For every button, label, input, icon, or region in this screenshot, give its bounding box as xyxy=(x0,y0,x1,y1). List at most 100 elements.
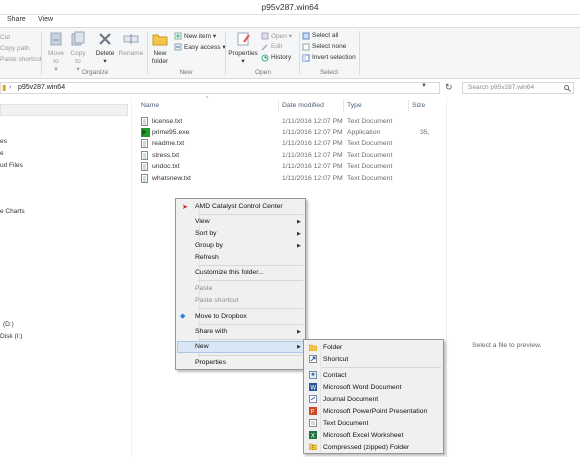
column-header-date[interactable]: Date modified xyxy=(282,102,324,109)
file-type: Text Document xyxy=(347,152,393,159)
file-name: stress.txt xyxy=(152,152,180,159)
select-all-button[interactable]: Select all xyxy=(312,32,338,39)
column-header-size[interactable]: Size xyxy=(412,102,425,109)
tab-view[interactable]: View xyxy=(38,16,53,23)
new-item-button[interactable]: New item ▾ xyxy=(184,32,216,40)
move-to-label: Move to xyxy=(48,50,64,65)
organize-group-label: Organize xyxy=(81,69,109,76)
amd-icon: ➤ xyxy=(182,204,188,211)
refresh-icon[interactable]: ↻ xyxy=(445,82,453,93)
nav-item[interactable]: e Charts xyxy=(0,208,25,215)
rename-button[interactable]: Rename xyxy=(118,31,144,58)
open-group-label: Open xyxy=(255,69,271,76)
open-button[interactable]: Open ▾ xyxy=(271,32,292,40)
breadcrumb[interactable]: p95v287.win64 xyxy=(18,84,65,91)
submenu-item-word-document[interactable]: Microsoft Word Document xyxy=(323,384,401,391)
address-bar[interactable]: ▮ › p95v287.win64 ▼ xyxy=(0,82,440,94)
copy-to-button[interactable]: Copy to ▾ xyxy=(68,31,88,74)
navigation-pane: es e ud Files e Charts (D:) Disk (I:) xyxy=(0,98,132,457)
properties-button[interactable]: Properties ▾ xyxy=(228,31,258,66)
edit-button[interactable]: Edit xyxy=(271,43,282,50)
file-type: Text Document xyxy=(347,118,393,125)
submenu-item-powerpoint[interactable]: Microsoft PowerPoint Presentation xyxy=(323,408,427,415)
copy-path-button[interactable]: Copy path xyxy=(0,45,30,52)
submenu-arrow-icon: ▶ xyxy=(297,329,301,335)
nav-item[interactable]: (D:) xyxy=(3,321,14,328)
submenu-item-excel[interactable]: Microsoft Excel Worksheet xyxy=(323,432,403,439)
preview-placeholder: Select a file to preview. xyxy=(472,342,542,349)
paste-shortcut-button[interactable]: Paste shortcut xyxy=(0,56,42,63)
menu-item-amd-catalyst[interactable]: AMD Catalyst Control Center xyxy=(195,203,283,210)
menu-item-paste[interactable]: Paste xyxy=(195,285,212,292)
ribbon: Cut Copy path Paste shortcut Move to ▾ C… xyxy=(0,27,580,79)
menu-item-properties[interactable]: Properties xyxy=(195,359,226,366)
ribbon-tabs: Share View xyxy=(0,15,580,27)
search-input[interactable]: Search p95v287.win64 xyxy=(462,82,574,94)
new-folder-button[interactable]: New folder xyxy=(150,31,170,66)
select-none-button[interactable]: Select none xyxy=(312,43,346,50)
nav-item[interactable]: e xyxy=(0,150,4,157)
properties-label: Properties xyxy=(228,50,258,57)
text-file-icon xyxy=(141,174,148,183)
delete-button[interactable]: Delete ▾ xyxy=(93,31,117,66)
submenu-item-folder[interactable]: Folder xyxy=(323,344,342,351)
menu-item-customize[interactable]: Customize this folder... xyxy=(195,269,264,276)
menu-item-group-by[interactable]: Group by xyxy=(195,242,223,249)
sort-up-icon: ^ xyxy=(206,96,209,102)
file-date: 1/11/2016 12:07 PM xyxy=(282,163,343,170)
submenu-arrow-icon: ▶ xyxy=(297,243,301,249)
shortcut-icon xyxy=(309,355,317,363)
nav-item[interactable]: Disk (I:) xyxy=(0,333,22,340)
context-menu: ➤ AMD Catalyst Control Center View ▶ Sor… xyxy=(175,198,306,370)
dropbox-icon: ◆ xyxy=(180,313,186,320)
text-file-icon xyxy=(141,117,148,126)
cut-button[interactable]: Cut xyxy=(0,34,10,41)
menu-item-sort-by[interactable]: Sort by xyxy=(195,230,217,237)
delete-label: Delete xyxy=(95,50,115,57)
submenu-item-contact[interactable]: Contact xyxy=(323,372,346,379)
menu-item-refresh[interactable]: Refresh xyxy=(195,254,219,261)
submenu-item-journal-document[interactable]: Journal Document xyxy=(323,396,378,403)
text-file-icon xyxy=(141,151,148,160)
nav-item[interactable]: es xyxy=(0,138,7,145)
submenu-item-shortcut[interactable]: Shortcut xyxy=(323,356,348,363)
properties-caret: ▾ xyxy=(241,58,245,65)
prime95-app-icon: P xyxy=(141,128,150,137)
submenu-arrow-icon: ▶ xyxy=(297,219,301,225)
address-row: ▮ › p95v287.win64 ▼ ↻ Search p95v287.win… xyxy=(0,82,580,96)
word-document-icon: W xyxy=(309,383,317,391)
menu-item-move-to-dropbox[interactable]: Move to Dropbox xyxy=(195,313,247,320)
submenu-item-zip-folder[interactable]: Compressed (zipped) Folder xyxy=(323,444,409,451)
file-type: Text Document xyxy=(347,140,393,147)
nav-item[interactable]: ud Files xyxy=(0,162,23,169)
invert-selection-button[interactable]: Invert selection xyxy=(312,54,356,61)
history-button[interactable]: History xyxy=(271,54,291,61)
text-file-icon xyxy=(141,139,148,148)
select-none-icon xyxy=(302,43,310,53)
tab-share[interactable]: Share xyxy=(7,16,26,23)
menu-item-new[interactable]: New xyxy=(195,343,209,350)
rename-label: Rename xyxy=(118,50,144,57)
menu-item-paste-shortcut[interactable]: Paste shortcut xyxy=(195,297,238,304)
address-dropdown-icon[interactable]: ▼ xyxy=(421,83,427,89)
text-document-icon xyxy=(309,419,317,427)
file-name: license.txt xyxy=(152,118,183,125)
easy-access-button[interactable]: Easy access ▾ xyxy=(184,43,226,51)
move-to-button[interactable]: Move to ▾ xyxy=(46,31,66,74)
file-date: 1/11/2016 12:07 PM xyxy=(282,140,343,147)
svg-text:X: X xyxy=(311,433,315,439)
column-header-type[interactable]: Type xyxy=(347,102,362,109)
new-item-caret: ▾ xyxy=(212,33,217,40)
column-header-name[interactable]: Name xyxy=(141,102,159,109)
search-placeholder: Search p95v287.win64 xyxy=(468,84,535,91)
menu-item-view[interactable]: View xyxy=(195,218,210,225)
file-size: 35, xyxy=(420,129,430,136)
history-icon xyxy=(261,54,269,64)
file-type: Text Document xyxy=(347,163,393,170)
svg-text:P: P xyxy=(311,409,315,415)
submenu-item-text-document[interactable]: Text Document xyxy=(323,420,368,427)
move-to-icon xyxy=(50,32,62,46)
menu-item-share-with[interactable]: Share with xyxy=(195,328,227,335)
search-icon[interactable] xyxy=(564,85,571,92)
nav-selected-row[interactable] xyxy=(0,104,128,116)
